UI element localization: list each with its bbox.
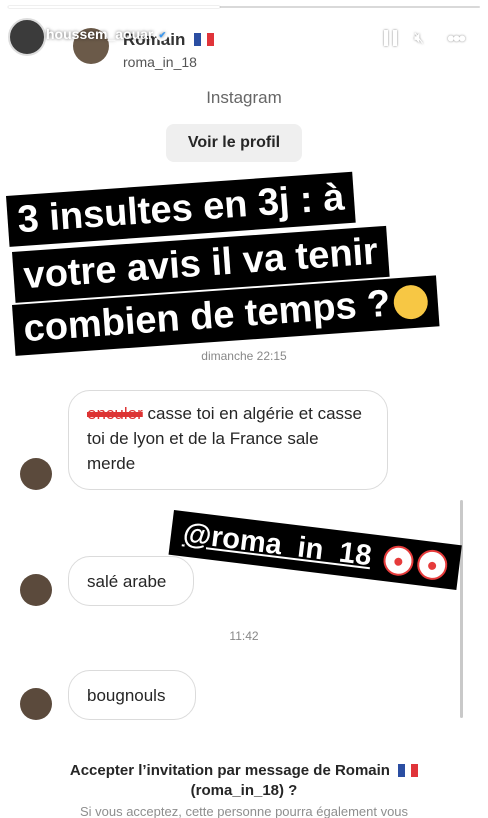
more-icon[interactable]: •••: [447, 26, 466, 52]
view-profile-button[interactable]: Voir le profil: [166, 124, 302, 162]
story-viewer: Romain roma_in_18 Instagram Voir le prof…: [0, 0, 488, 818]
clown-face-icon: [381, 544, 415, 578]
pause-icon[interactable]: [384, 30, 398, 46]
message-text: bougnouls: [87, 686, 166, 705]
struck-word: enculer: [87, 404, 143, 423]
accept-invitation-title-text: Accepter l’invitation par message de Rom…: [69, 762, 390, 779]
mention-sticker[interactable]: @roma_in_18: [168, 510, 462, 590]
accept-invitation-handle: (roma_in_18) ?: [190, 782, 298, 799]
story-progress-fill: [8, 6, 221, 8]
sender-avatar: [20, 574, 52, 606]
story-poster-name[interactable]: houssem_aouar ✔: [46, 26, 169, 42]
story-poster-avatar[interactable]: [8, 18, 46, 56]
message-text: salé arabe: [87, 572, 167, 591]
accept-invitation-subtitle: Si vous acceptez, cette personne pourra …: [79, 804, 409, 818]
french-flag-icon: [194, 33, 215, 47]
sender-avatar: [20, 688, 52, 720]
accept-invitation-panel: Accepter l’invitation par message de Rom…: [0, 740, 488, 818]
message-bubble[interactable]: enculer casse toi en algérie et casse to…: [68, 390, 388, 490]
mention-handle: @roma_in_18: [181, 517, 374, 573]
dm-contact-handle: roma_in_18: [123, 54, 197, 70]
story-progress-bar: [8, 6, 480, 8]
thinking-face-icon: [393, 283, 430, 321]
clown-face-icon: [415, 548, 449, 582]
french-flag-icon: [398, 763, 419, 777]
chat-scrollbar[interactable]: [460, 500, 463, 718]
story-poster-name-text: houssem_aouar: [46, 26, 154, 42]
sender-avatar: [20, 458, 52, 490]
message-bubble[interactable]: bougnouls: [68, 670, 196, 720]
accept-invitation-title: Accepter l’invitation par message de Rom…: [0, 762, 488, 779]
verified-badge-icon: ✔: [156, 29, 169, 42]
instagram-label: Instagram: [206, 88, 282, 107]
message-bubble[interactable]: salé arabe: [68, 556, 194, 606]
mute-icon[interactable]: 🔇︎: [414, 30, 424, 48]
message-timestamp: 11:42: [229, 629, 259, 643]
